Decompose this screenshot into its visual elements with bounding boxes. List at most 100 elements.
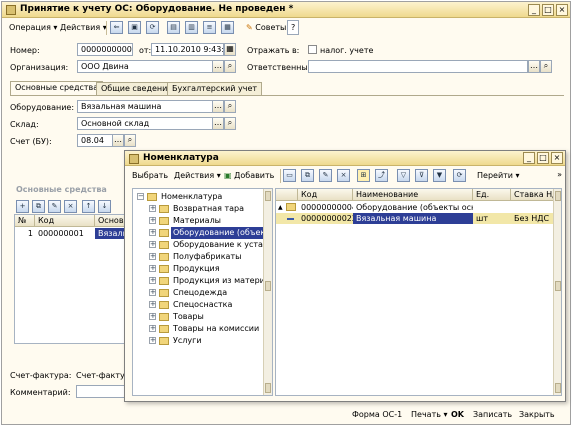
filter-off-icon[interactable]: ⊽ bbox=[415, 169, 428, 182]
add-button[interactable]: ▣ Добавить bbox=[220, 168, 278, 183]
tree-item[interactable]: + Товары bbox=[133, 311, 263, 323]
list-header-name[interactable]: Наименование bbox=[353, 189, 473, 201]
structure-icon[interactable]: ≡ bbox=[203, 21, 216, 34]
equipment-select-button[interactable]: … bbox=[212, 100, 224, 113]
delete-icon[interactable]: × bbox=[337, 169, 350, 182]
tab-fixed-assets[interactable]: Основные средства bbox=[10, 81, 104, 96]
calendar-icon[interactable]: ▦ bbox=[224, 43, 236, 56]
save-copy-icon[interactable]: ▣ bbox=[128, 21, 141, 34]
window-titlebar[interactable]: Принятие к учету ОС: Оборудование. Не пр… bbox=[2, 2, 570, 18]
refresh-icon[interactable]: ⟳ bbox=[453, 169, 466, 182]
expand-icon[interactable]: + bbox=[149, 217, 156, 224]
new-folder-icon[interactable]: ▭ bbox=[283, 169, 296, 182]
list-row-folder[interactable]: ▲ 00000000004 Оборудование (объекты осно… bbox=[276, 202, 554, 213]
grid-header-code[interactable]: Код bbox=[35, 215, 95, 227]
move-down-icon[interactable]: ↓ bbox=[98, 200, 111, 213]
select-button[interactable]: Выбрать bbox=[128, 168, 172, 183]
expand-icon[interactable]: + bbox=[149, 337, 156, 344]
expand-icon[interactable]: + bbox=[149, 205, 156, 212]
scroll-thumb[interactable] bbox=[555, 281, 561, 291]
nomenclature-tree[interactable]: − Номенклатура + Возвратная тара + Материал… bbox=[132, 188, 273, 396]
nomenclature-list[interactable]: Код Наименование Ед. Ставка НД ▲ 0000000… bbox=[275, 188, 562, 396]
organization-search-icon[interactable]: ⌕ bbox=[224, 60, 236, 73]
post-document-icon[interactable]: ▤ bbox=[167, 21, 180, 34]
tab-accounting[interactable]: Бухгалтерский учет bbox=[167, 82, 263, 95]
level-up-icon[interactable]: ⤴ bbox=[375, 169, 388, 182]
list-scrollbar[interactable] bbox=[553, 189, 561, 395]
popup-close-button[interactable]: × bbox=[551, 152, 563, 164]
popup-maximize-button[interactable]: □ bbox=[537, 152, 549, 164]
tree-item[interactable]: + Товары на комиссии bbox=[133, 323, 263, 335]
scroll-down-arrow[interactable] bbox=[265, 383, 271, 393]
tree-item[interactable]: + Спецодежда bbox=[133, 287, 263, 299]
form-os1-button[interactable]: Форма ОС-1 bbox=[347, 407, 407, 422]
goto-menu[interactable]: Перейти ▾ bbox=[473, 168, 524, 183]
popup-titlebar[interactable]: Номенклатура _ □ × bbox=[125, 151, 565, 166]
advice-button[interactable]: ✎ Советы bbox=[242, 20, 290, 35]
table-row-num[interactable]: 1 bbox=[15, 228, 35, 239]
move-up-icon[interactable]: ↑ bbox=[82, 200, 95, 213]
expand-icon[interactable]: + bbox=[149, 265, 156, 272]
warehouse-select-button[interactable]: … bbox=[212, 117, 224, 130]
list-row-item[interactable]: 00000000022 Вязальная машина шт Без НДС bbox=[276, 213, 554, 224]
tree-item[interactable]: + Продукция bbox=[133, 263, 263, 275]
tab-general-info[interactable]: Общие сведения bbox=[96, 82, 178, 95]
copy-icon[interactable]: ⧉ bbox=[301, 169, 314, 182]
close-button[interactable]: Закрыть bbox=[514, 407, 560, 422]
minimize-button[interactable]: _ bbox=[528, 4, 540, 16]
grid-header-name[interactable]: Основн bbox=[95, 215, 125, 227]
list-header-code[interactable]: Код bbox=[298, 189, 353, 201]
scroll-up-arrow[interactable] bbox=[555, 191, 561, 201]
edit-row-icon[interactable]: ✎ bbox=[48, 200, 61, 213]
edit-icon[interactable]: ✎ bbox=[319, 169, 332, 182]
ok-button[interactable]: OK bbox=[446, 407, 469, 422]
tree-item[interactable]: + Оборудование (объекты bbox=[133, 227, 272, 239]
expand-icon[interactable]: + bbox=[149, 253, 156, 260]
list-header-vat[interactable]: Ставка НД bbox=[511, 189, 555, 201]
organization-select-button[interactable]: … bbox=[212, 60, 224, 73]
responsible-field[interactable] bbox=[308, 60, 528, 73]
popup-actions-menu[interactable]: Действия ▾ bbox=[170, 168, 225, 183]
assets-grid[interactable]: № Код Основн 1 000000001 Вязальн bbox=[14, 214, 126, 344]
tree-item[interactable]: + Полуфабрикаты bbox=[133, 251, 263, 263]
delete-row-icon[interactable]: × bbox=[64, 200, 77, 213]
expand-icon[interactable]: + bbox=[149, 325, 156, 332]
tree-root[interactable]: − Номенклатура bbox=[133, 191, 263, 203]
actions-menu[interactable]: Действия ▾ bbox=[56, 20, 111, 35]
close-window-button[interactable]: × bbox=[556, 4, 568, 16]
back-arrow-icon[interactable]: ⇐ bbox=[110, 21, 123, 34]
responsible-select-button[interactable]: … bbox=[528, 60, 540, 73]
filter-settings-icon[interactable]: ▼ bbox=[433, 169, 446, 182]
tree-item[interactable]: + Оборудование к устан bbox=[133, 239, 268, 251]
help-button[interactable]: ? bbox=[287, 20, 300, 35]
warehouse-search-icon[interactable]: ⌕ bbox=[224, 117, 236, 130]
list-header-unit[interactable]: Ед. bbox=[473, 189, 511, 201]
expand-icon[interactable]: + bbox=[149, 289, 156, 296]
unpost-document-icon[interactable]: ▥ bbox=[185, 21, 198, 34]
scroll-thumb[interactable] bbox=[265, 281, 271, 291]
expand-icon[interactable]: + bbox=[149, 229, 156, 236]
table-row-name[interactable]: Вязальн bbox=[95, 228, 125, 239]
table-row-code[interactable]: 000000001 bbox=[35, 228, 95, 239]
tree-item[interactable]: + Возвратная тара bbox=[133, 203, 263, 215]
tree-item[interactable]: + Продукция из матери bbox=[133, 275, 265, 287]
report-icon[interactable]: ▦ bbox=[221, 21, 234, 34]
maximize-button[interactable]: □ bbox=[542, 4, 554, 16]
organization-field[interactable]: ООО Двина bbox=[77, 60, 224, 73]
number-field[interactable]: 00000000001 bbox=[77, 43, 133, 56]
expand-icon[interactable]: + bbox=[149, 301, 156, 308]
account-select-button[interactable]: … bbox=[112, 134, 124, 147]
expand-icon[interactable]: + bbox=[149, 241, 156, 248]
tree-item[interactable]: + Услуги bbox=[133, 335, 263, 347]
collapse-icon[interactable]: − bbox=[137, 193, 144, 200]
operation-menu[interactable]: Операция ▾ bbox=[5, 20, 61, 35]
account-search-icon[interactable]: ⌕ bbox=[124, 134, 136, 147]
expand-icon[interactable]: + bbox=[149, 277, 156, 284]
tree-item[interactable]: + Спецоснастка bbox=[133, 299, 263, 311]
filter-icon[interactable]: ▽ bbox=[397, 169, 410, 182]
equipment-search-icon[interactable]: ⌕ bbox=[224, 100, 236, 113]
warehouse-field[interactable]: Основной склад bbox=[77, 117, 224, 130]
tax-accounting-checkbox[interactable] bbox=[308, 45, 317, 54]
tree-scrollbar[interactable] bbox=[263, 189, 272, 395]
refresh-icon[interactable]: ⟳ bbox=[146, 21, 159, 34]
